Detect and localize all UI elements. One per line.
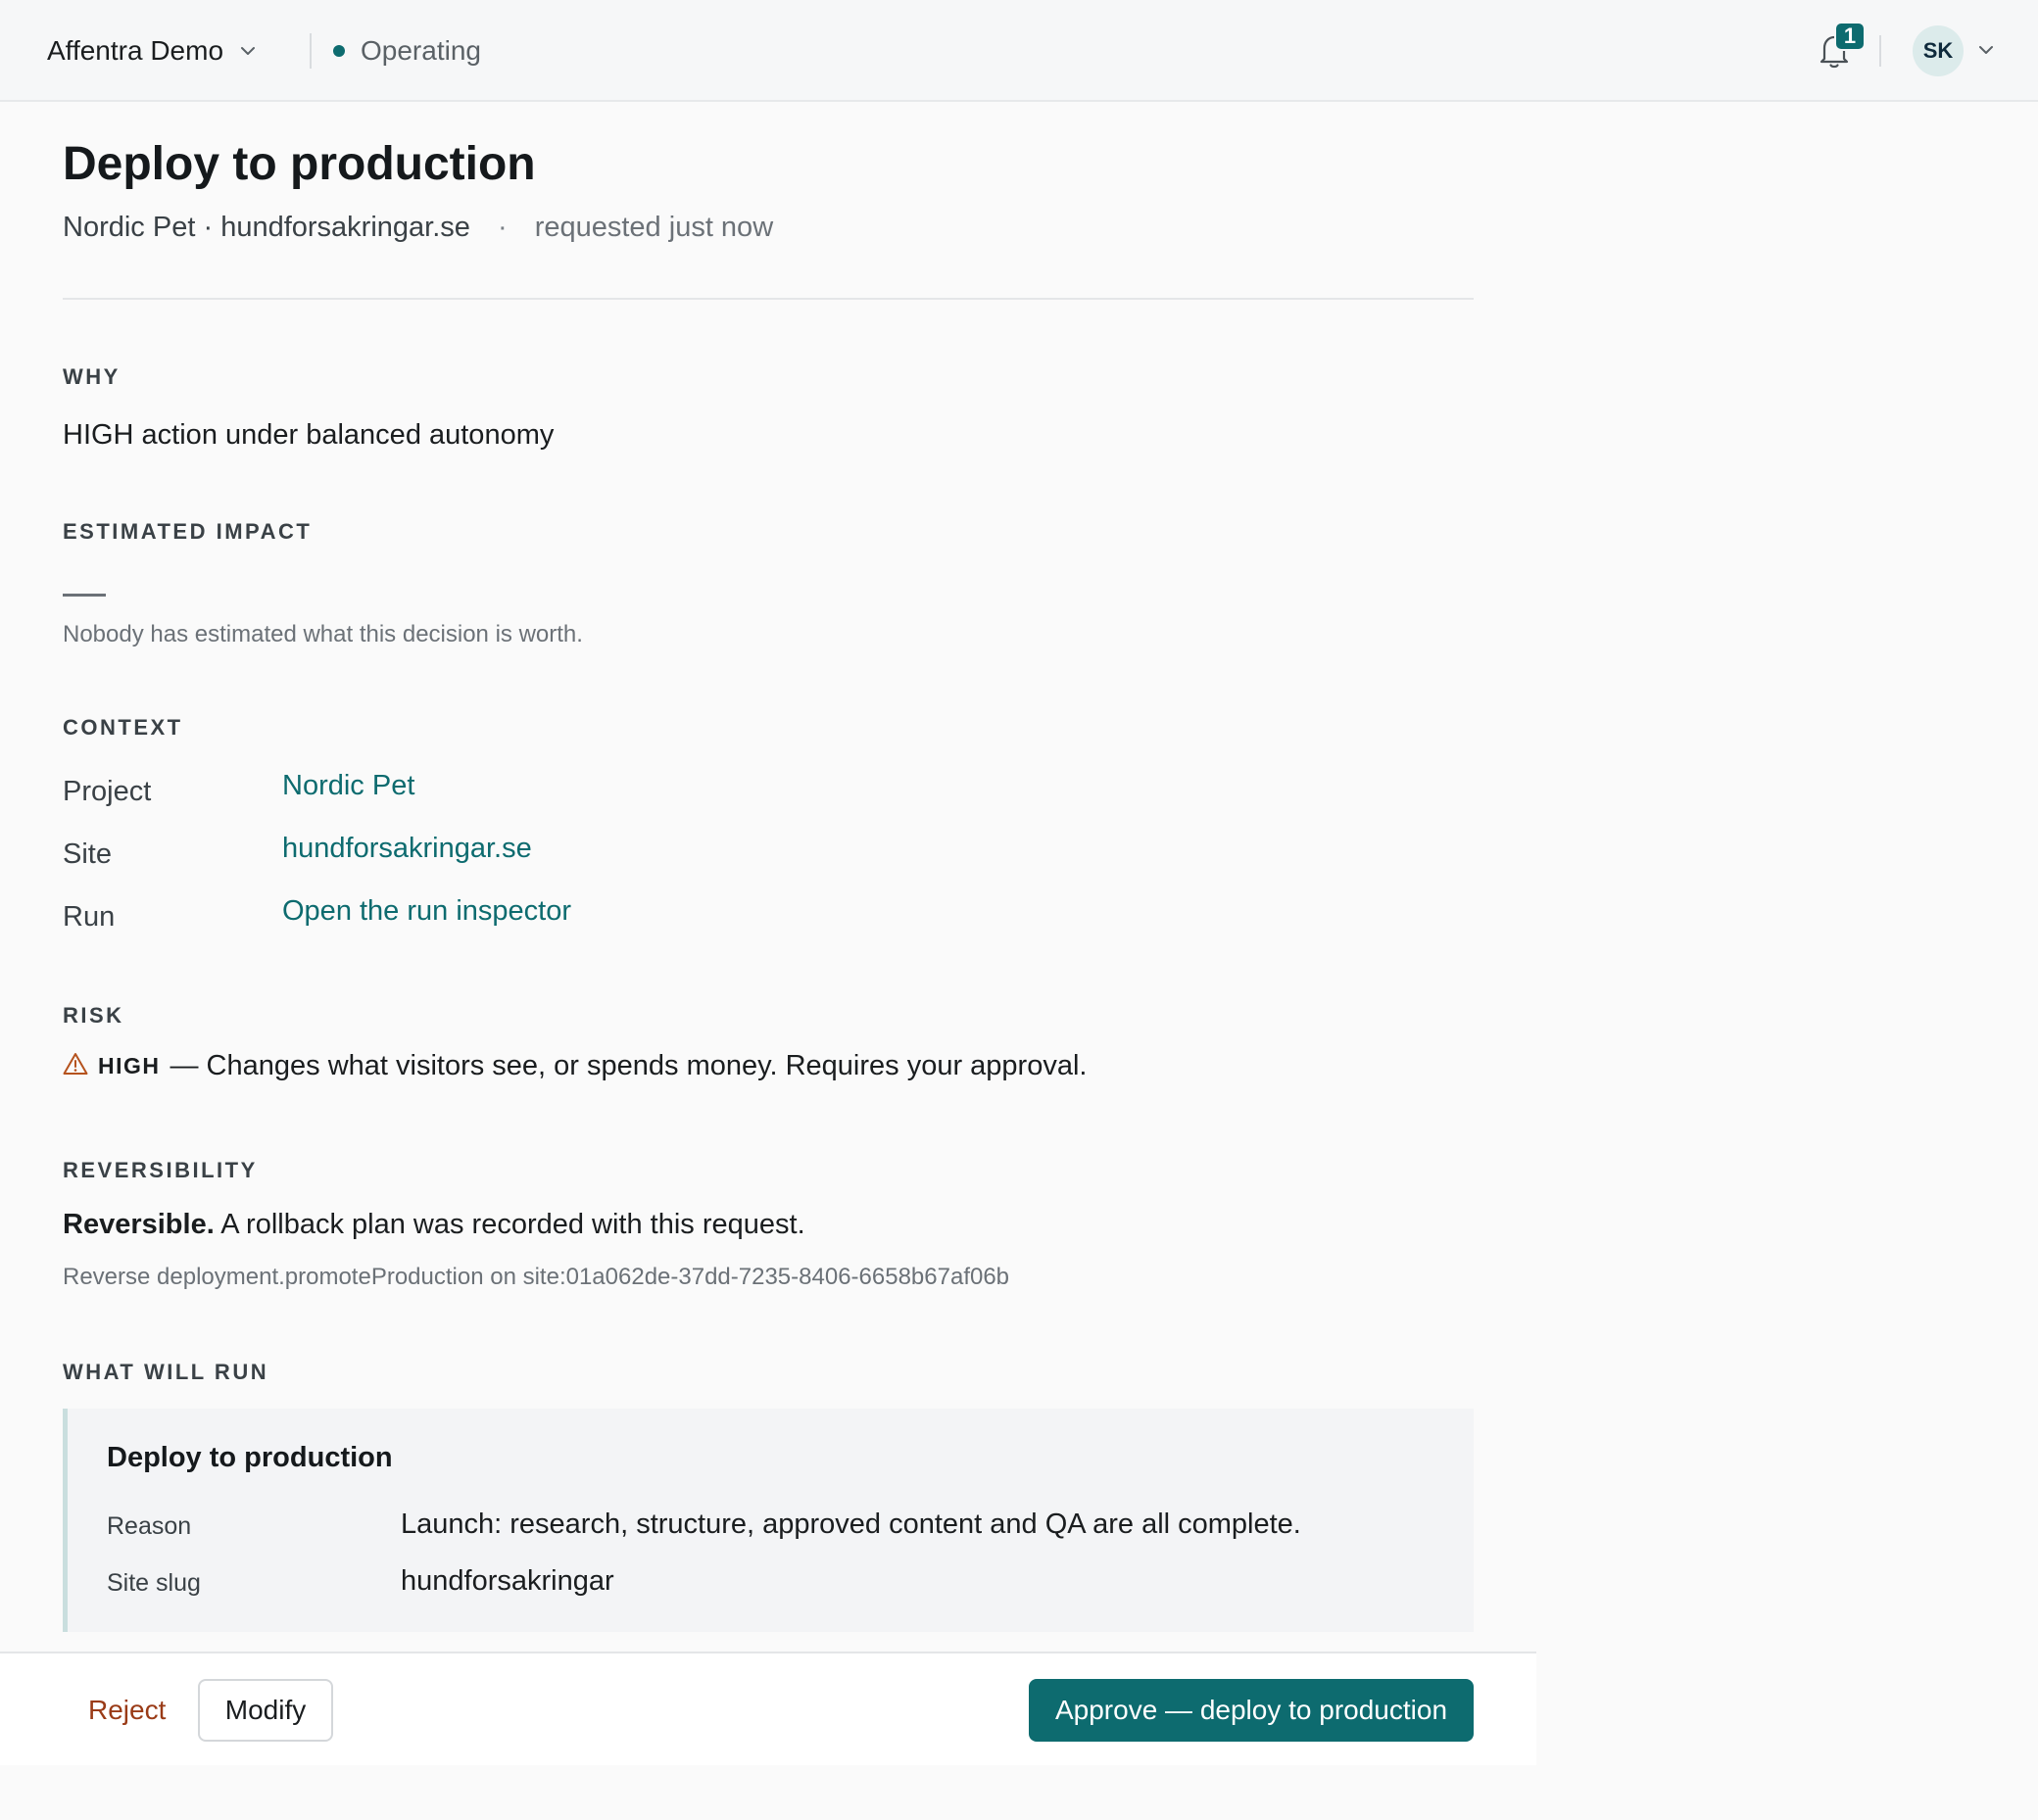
context-key-run: Run (63, 901, 116, 933)
status-text: Operating (361, 35, 481, 66)
org-switcher[interactable]: Affentra Demo (47, 29, 259, 72)
what-will-run-label: WHAT WILL RUN (63, 1360, 269, 1384)
subtitle-separator: · (497, 212, 508, 243)
run-card-title: Deploy to production (107, 1442, 393, 1473)
reversibility-label: REVERSIBILITY (63, 1158, 258, 1182)
action-bar: Reject Modify Approve — deploy to produc… (0, 1652, 1536, 1765)
reject-button[interactable]: Reject (74, 1679, 179, 1742)
avatar[interactable]: SK (1913, 25, 1964, 76)
context-key-site: Site (63, 838, 112, 870)
risk-label: RISK (63, 1003, 124, 1028)
user-menu-chevron-icon[interactable] (1975, 39, 1997, 61)
risk-description: — Changes what visitors see, or spends m… (170, 1050, 1088, 1081)
requested-time: requested just now (534, 212, 774, 243)
risk-level: HIGH (98, 1053, 161, 1078)
risk-row: HIGH — Changes what visitors see, or spe… (63, 1050, 1087, 1082)
header-divider (310, 33, 312, 69)
org-name: Affentra Demo (47, 35, 224, 66)
run-key-site-slug: Site slug (107, 1569, 201, 1597)
run-value-reason: Launch: research, structure, approved co… (401, 1509, 1301, 1540)
run-inspector-link[interactable]: Open the run inspector (282, 895, 571, 928)
reversibility-summary: Reversible. A rollback plan was recorded… (63, 1209, 805, 1241)
status-dot-icon (333, 45, 345, 57)
modify-button[interactable]: Modify (198, 1679, 333, 1742)
site-link[interactable]: hundforsakringar.se (282, 833, 532, 865)
run-value-site-slug: hundforsakringar (401, 1565, 614, 1597)
warning-triangle-icon (63, 1052, 88, 1080)
rollback-detail: Reverse deployment.promoteProduction on … (63, 1264, 1010, 1290)
project-link[interactable]: Nordic Pet (282, 770, 414, 802)
impact-note: Nobody has estimated what this decision … (63, 621, 583, 647)
reversibility-text: A rollback plan was recorded with this r… (220, 1209, 805, 1240)
run-key-reason: Reason (107, 1512, 192, 1540)
title-divider (63, 298, 1474, 300)
impact-empty-dash (63, 594, 106, 597)
context-label: CONTEXT (63, 715, 183, 740)
top-bar: Affentra Demo Operating 1 SK (0, 0, 2038, 102)
context-key-project: Project (63, 776, 152, 807)
reversibility-status: Reversible. (63, 1209, 215, 1240)
notification-badge: 1 (1834, 22, 1866, 51)
header-divider-right (1879, 35, 1881, 67)
subtitle-middot: · (203, 212, 214, 243)
subtitle-site: hundforsakringar.se (220, 212, 470, 243)
run-card: Deploy to production Reason Launch: rese… (63, 1409, 1474, 1632)
approve-button[interactable]: Approve — deploy to production (1029, 1679, 1474, 1742)
page-title: Deploy to production (63, 138, 536, 190)
subtitle-project: Nordic Pet (63, 212, 196, 243)
why-text: HIGH action under balanced autonomy (63, 419, 555, 451)
system-status: Operating (333, 29, 481, 72)
why-label: WHY (63, 364, 121, 389)
chevron-down-icon (237, 40, 259, 62)
request-subtitle: Nordic Pet · hundforsakringar.se · reque… (63, 212, 773, 244)
impact-label: ESTIMATED IMPACT (63, 519, 313, 544)
